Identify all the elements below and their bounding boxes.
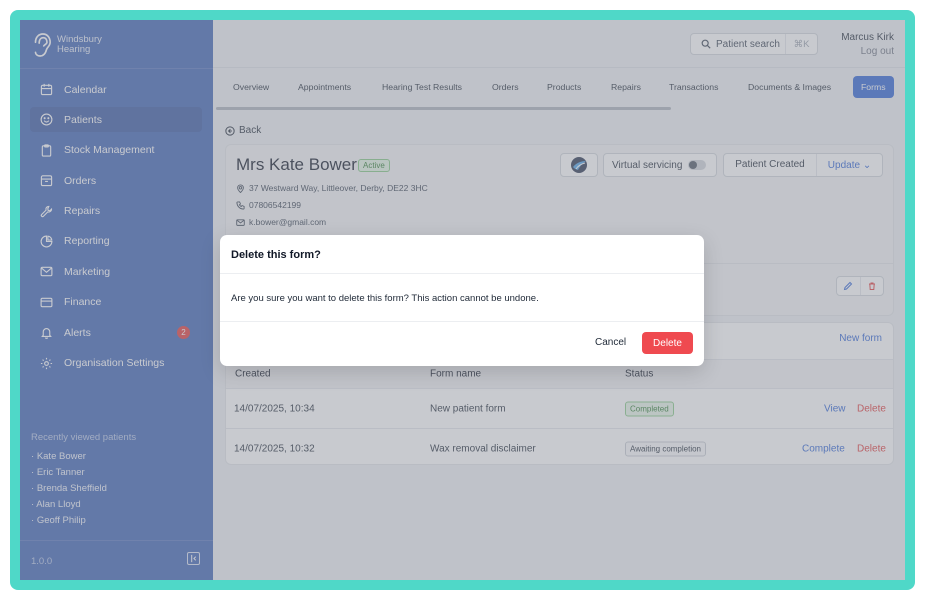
- dialog-title: Delete this form?: [231, 249, 321, 261]
- dialog-message: Are you sure you want to delete this for…: [231, 293, 539, 304]
- confirm-delete-button[interactable]: Delete: [642, 332, 693, 354]
- cancel-button[interactable]: Cancel: [595, 337, 626, 348]
- dialog-divider: [220, 273, 704, 274]
- app-window: Windsbury Hearing Calendar Patients Stoc…: [20, 20, 905, 580]
- dialog-divider: [220, 321, 704, 322]
- delete-form-dialog: Delete this form? Are you sure you want …: [220, 235, 704, 366]
